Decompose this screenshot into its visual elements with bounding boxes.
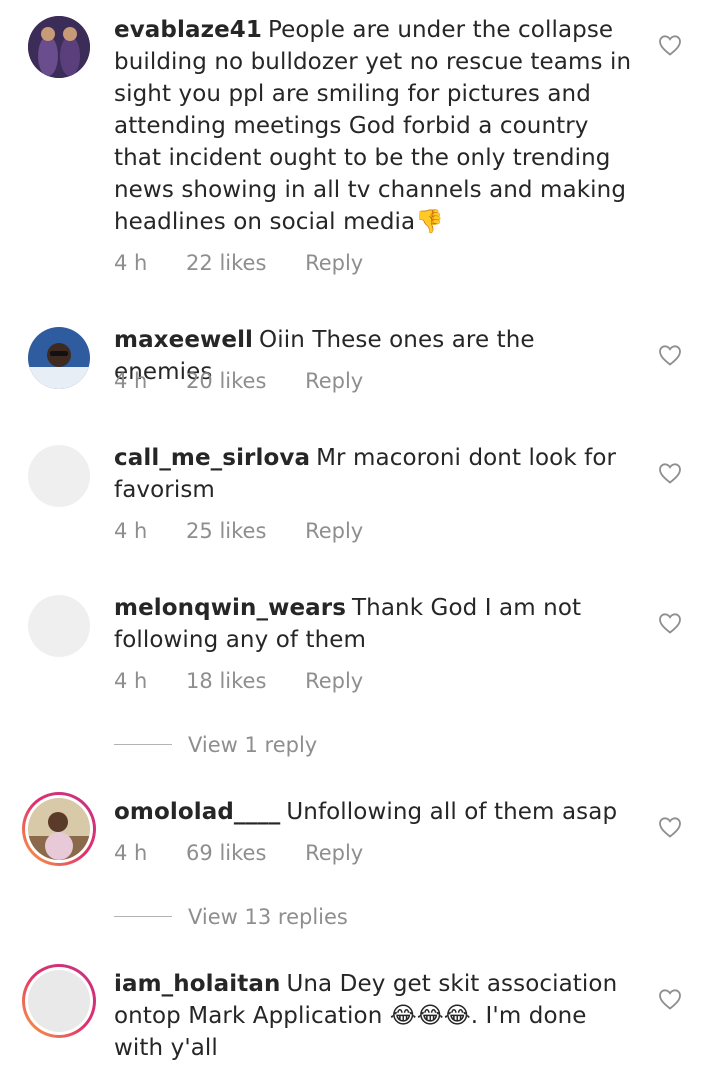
heart-outline-icon[interactable] <box>658 344 684 368</box>
comment-text: evablaze41 People are under the collapse … <box>114 14 634 238</box>
heart-outline-icon[interactable] <box>658 612 684 636</box>
reply-button[interactable]: Reply <box>305 248 363 278</box>
comment-username[interactable]: evablaze41 <box>114 17 262 43</box>
avatar-photo <box>28 16 90 78</box>
comment-body: Unfollowing all of them asap <box>286 799 618 825</box>
comment-username[interactable]: omololad____ <box>114 799 280 825</box>
comment-username[interactable]: maxeewell <box>114 327 253 353</box>
comment-meta: 4 h 22 likes Reply <box>114 248 395 278</box>
comment-time: 4 h <box>114 251 148 275</box>
comment-text: melonqwin_wears Thank God I am not follow… <box>114 592 634 656</box>
avatar[interactable] <box>28 16 90 78</box>
comment-likes[interactable]: 25 likes <box>186 516 266 546</box>
comment-meta: 4 h 25 likes Reply <box>114 516 395 546</box>
avatar-photo <box>28 798 90 860</box>
reply-button[interactable]: Reply <box>305 838 363 868</box>
comment-username[interactable]: melonqwin_wears <box>114 595 346 621</box>
comment-meta: 4 h 69 likes Reply <box>114 838 395 868</box>
divider <box>114 744 172 745</box>
comment-meta: 4 h 20 likes Reply <box>114 366 395 396</box>
avatar[interactable] <box>22 792 96 866</box>
heart-outline-icon[interactable] <box>658 988 684 1012</box>
avatar-photo <box>28 327 90 389</box>
comment-time: 4 h <box>114 841 148 865</box>
comment-time: 4 h <box>114 519 148 543</box>
comment-body: People are under the collapse building n… <box>114 17 632 235</box>
heart-outline-icon[interactable] <box>658 816 684 840</box>
comment-time: 4 h <box>114 669 148 693</box>
reply-button[interactable]: Reply <box>305 516 363 546</box>
avatar[interactable] <box>28 327 90 389</box>
view-replies-label[interactable]: View 13 replies <box>188 902 348 932</box>
avatar[interactable] <box>22 964 96 1038</box>
view-replies-label[interactable]: View 1 reply <box>188 730 317 760</box>
comment-likes[interactable]: 18 likes <box>186 666 266 696</box>
comment-likes[interactable]: 20 likes <box>186 366 266 396</box>
comment-text: iam_holaitan Una Dey get skit association… <box>114 968 634 1064</box>
comment-likes[interactable]: 22 likes <box>186 248 266 278</box>
divider <box>114 916 172 917</box>
comment-meta: 4 h 18 likes Reply <box>114 666 395 696</box>
comment-username[interactable]: call_me_sirlova <box>114 445 310 471</box>
reply-button[interactable]: Reply <box>305 366 363 396</box>
avatar[interactable] <box>28 595 90 657</box>
comment-time: 4 h <box>114 369 148 393</box>
heart-outline-icon[interactable] <box>658 34 684 58</box>
avatar[interactable] <box>28 445 90 507</box>
comment-text: call_me_sirlova Mr macoroni dont look for… <box>114 442 634 506</box>
comment-username[interactable]: iam_holaitan <box>114 971 280 997</box>
reply-button[interactable]: Reply <box>305 666 363 696</box>
comment-likes[interactable]: 69 likes <box>186 838 266 868</box>
heart-outline-icon[interactable] <box>658 462 684 486</box>
avatar-photo <box>28 970 90 1032</box>
comment-text: omololad____ Unfollowing all of them asap <box>114 796 634 828</box>
